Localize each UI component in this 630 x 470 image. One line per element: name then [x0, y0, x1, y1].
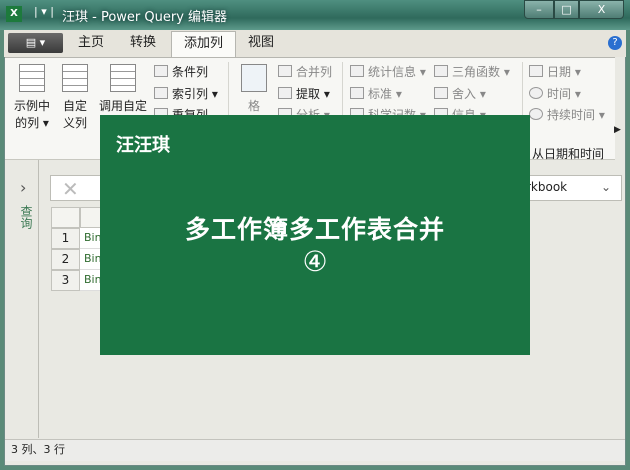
queries-pane-label: 查询	[19, 205, 33, 229]
cancel-icon[interactable]: ✕	[62, 177, 79, 201]
standard-button[interactable]: 标准 ▾	[350, 85, 402, 102]
tab-home[interactable]: 主页	[66, 31, 116, 57]
rounding-icon	[434, 87, 448, 99]
column-type-icon[interactable]	[80, 207, 102, 228]
statistics-button[interactable]: 统计信息 ▾	[350, 63, 426, 80]
window-title: 汪琪 - Power Query 编辑器	[62, 10, 228, 25]
abc-format-icon	[241, 64, 267, 92]
expand-chevron-icon[interactable]: ›	[20, 178, 26, 197]
table-cell[interactable]: Bin	[80, 228, 102, 249]
date-button[interactable]: 日期 ▾	[529, 63, 581, 80]
row-number: 1	[51, 228, 80, 249]
time-button[interactable]: 时间 ▾	[529, 85, 581, 102]
duration-button[interactable]: 持续时间 ▾	[529, 106, 605, 123]
excel-icon: X	[6, 6, 22, 22]
rounding-button[interactable]: 舍入 ▾	[434, 85, 486, 102]
ribbon-group-label: 从日期和时间	[532, 147, 605, 161]
chevron-down-icon[interactable]: ⌄	[601, 180, 611, 194]
close-button[interactable]: X	[579, 0, 624, 19]
calculator-icon	[350, 87, 364, 99]
overlay-number: ④	[302, 245, 328, 278]
stopwatch-icon	[529, 108, 543, 120]
title-overlay: 汪汪琪 多工作簿多工作表合并 ④	[100, 115, 530, 355]
table-star-icon	[62, 64, 88, 92]
row-number: 3	[51, 270, 80, 291]
clock-icon	[529, 87, 543, 99]
tab-view[interactable]: 视图	[236, 31, 286, 57]
maximize-button[interactable]: □	[554, 0, 579, 19]
merge-columns-button[interactable]: 合并列	[278, 63, 332, 80]
file-menu-button[interactable]: ▤ ▾	[8, 33, 63, 53]
queries-pane	[5, 160, 39, 438]
row-number: 2	[51, 249, 80, 270]
column-from-example-button[interactable]: 示例中的列 ▾	[10, 58, 54, 132]
conditional-column-button[interactable]: 条件列	[154, 63, 208, 80]
triangle-icon	[434, 65, 448, 77]
conditional-icon	[154, 65, 168, 77]
trigonometry-button[interactable]: 三角函数 ▾	[434, 63, 510, 80]
status-bar: 3 列、3 行	[5, 439, 625, 461]
quick-access-dropdown[interactable]: | ▾ |	[34, 5, 54, 18]
overlay-author: 汪汪琪	[116, 135, 170, 156]
help-icon[interactable]: ?	[608, 36, 622, 50]
tab-add-column[interactable]: 添加列	[171, 31, 237, 57]
abc123-icon	[278, 87, 292, 99]
invoke-custom-function-button[interactable]: 调用自定	[96, 58, 150, 115]
table-fx-icon	[110, 64, 136, 92]
index-column-button[interactable]: 索引列 ▾	[154, 85, 218, 102]
tab-transform[interactable]: 转换	[118, 31, 168, 57]
extract-button[interactable]: 提取 ▾	[278, 85, 330, 102]
custom-column-button[interactable]: 自定义列	[58, 58, 92, 132]
sigma-icon	[350, 65, 364, 77]
table-lightning-icon	[19, 64, 45, 92]
format-button[interactable]: 格	[234, 58, 274, 115]
minimize-button[interactable]: –	[524, 0, 554, 19]
table-menu-icon[interactable]	[51, 207, 80, 228]
ribbon-scroll-right[interactable]: ▶	[614, 125, 621, 135]
index-icon	[154, 87, 168, 99]
overlay-title: 多工作簿多工作表合并	[184, 215, 445, 244]
formula-text: rkbook	[526, 180, 568, 194]
calendar-icon	[529, 65, 543, 77]
merge-icon	[278, 65, 292, 77]
table-cell[interactable]: Bin	[80, 249, 102, 270]
table-cell[interactable]: Bin	[80, 270, 102, 291]
